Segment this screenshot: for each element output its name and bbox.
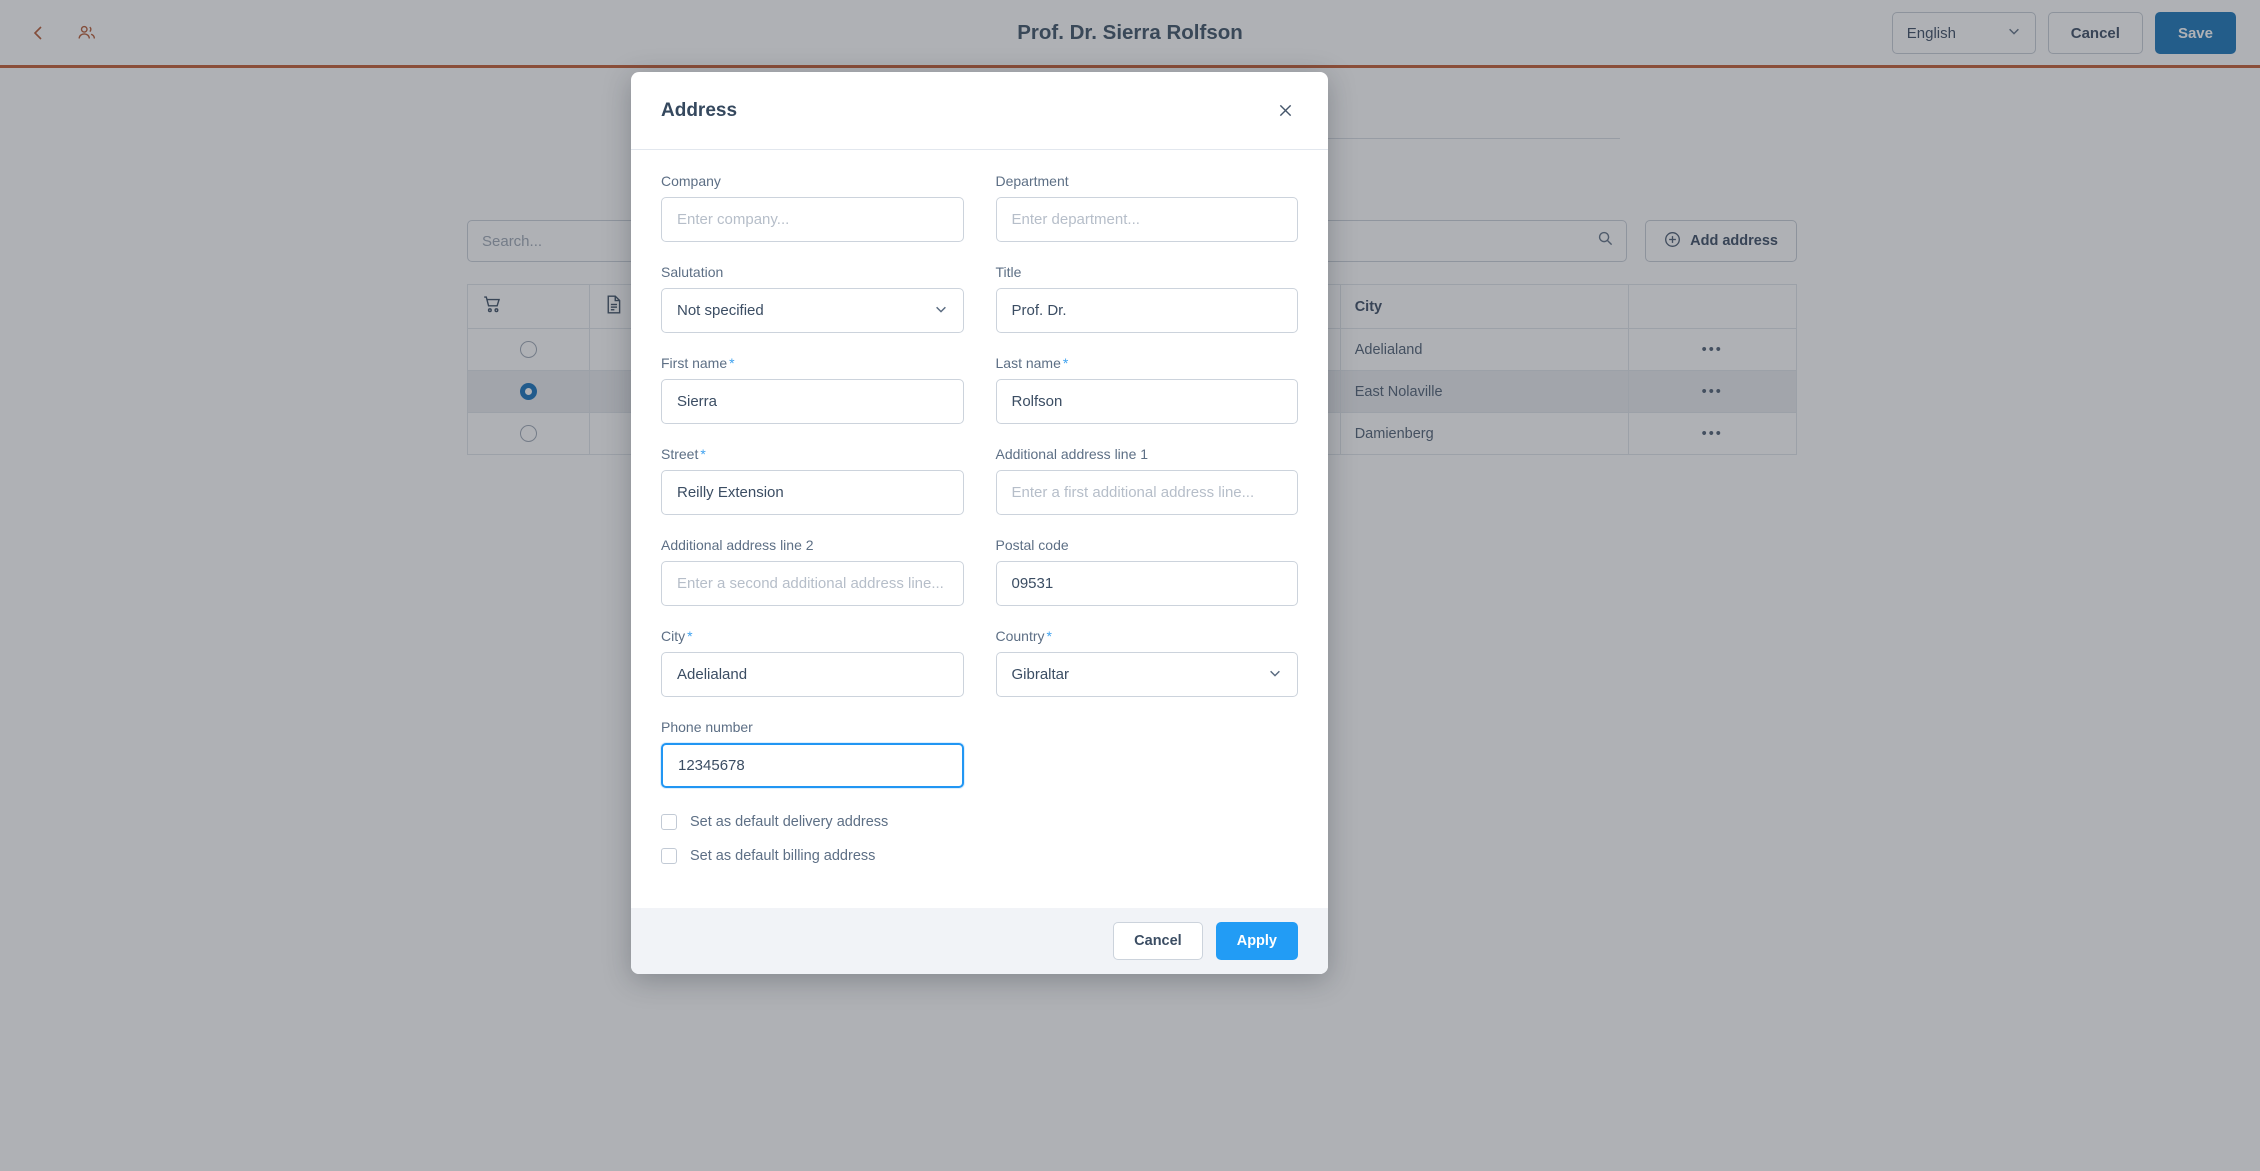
title-input[interactable]: Prof. Dr. [995, 288, 1298, 333]
salutation-select[interactable]: Not specified [661, 288, 964, 333]
field-phone-number: Phone number 12345678 [661, 719, 964, 788]
label-department: Department [995, 173, 1069, 189]
checkbox-box[interactable] [661, 814, 677, 830]
last-name-input[interactable]: Rolfson [995, 379, 1298, 424]
address-form: Company Enter company... Department Ente… [661, 173, 1298, 810]
checkbox-label: Set as default delivery address [690, 814, 889, 830]
label-country: Country * [995, 628, 1052, 644]
field-street: Street * Reilly Extension [661, 446, 964, 515]
label-first-name: First name * [661, 355, 735, 371]
label-phone-number: Phone number [661, 719, 753, 735]
required-marker: * [1046, 628, 1052, 644]
chevron-down-icon [934, 302, 948, 320]
modal-apply-button[interactable]: Apply [1215, 922, 1298, 960]
label-salutation: Salutation [661, 264, 724, 280]
required-marker: * [729, 355, 735, 371]
company-input[interactable]: Enter company... [661, 197, 964, 242]
field-title: Title Prof. Dr. [995, 264, 1298, 333]
field-address-line-1: Additional address line 1 Enter a first … [995, 446, 1298, 515]
checkbox-default-delivery[interactable]: Set as default delivery address [661, 814, 1298, 830]
phone-number-input[interactable]: 12345678 [661, 743, 964, 788]
country-value: Gibraltar [1011, 666, 1070, 683]
label-postal-code: Postal code [995, 537, 1069, 553]
checkbox-default-billing[interactable]: Set as default billing address [661, 848, 1298, 864]
field-company: Company Enter company... [661, 173, 964, 242]
address-line-2-input[interactable]: Enter a second additional address line..… [661, 561, 964, 606]
close-icon[interactable] [1272, 98, 1298, 124]
address-line-1-input[interactable]: Enter a first additional address line... [995, 470, 1298, 515]
address-modal: Address Company Enter company... Departm… [631, 72, 1328, 974]
modal-header: Address [631, 72, 1328, 150]
postal-code-input[interactable]: 09531 [995, 561, 1298, 606]
required-marker: * [1062, 355, 1069, 371]
salutation-value: Not specified [677, 302, 764, 319]
label-company: Company [661, 173, 721, 189]
label-city: City * [661, 628, 693, 644]
department-input[interactable]: Enter department... [995, 197, 1298, 242]
field-department: Department Enter department... [995, 173, 1298, 242]
chevron-down-icon [1268, 666, 1282, 684]
field-postal-code: Postal code 09531 [995, 537, 1298, 606]
label-last-name: Last name * [995, 355, 1069, 371]
checkbox-label: Set as default billing address [690, 848, 876, 864]
city-input[interactable]: Adelialand [661, 652, 964, 697]
field-country: Country * Gibraltar [995, 628, 1298, 697]
field-salutation: Salutation Not specified [661, 264, 964, 333]
checkbox-box[interactable] [661, 848, 677, 864]
modal-body: Company Enter company... Department Ente… [631, 150, 1328, 908]
street-input[interactable]: Reilly Extension [661, 470, 964, 515]
field-address-line-2: Additional address line 2 Enter a second… [661, 537, 964, 606]
default-address-checkboxes: Set as default delivery address Set as d… [661, 814, 1298, 864]
label-address-line-1: Additional address line 1 [995, 446, 1149, 462]
modal-cancel-button[interactable]: Cancel [1113, 922, 1203, 960]
required-marker: * [700, 446, 706, 462]
label-address-line-2: Additional address line 2 [661, 537, 814, 553]
label-title: Title [995, 264, 1022, 280]
required-marker: * [687, 628, 693, 644]
country-select[interactable]: Gibraltar [995, 652, 1298, 697]
field-city: City * Adelialand [661, 628, 964, 697]
label-street: Street * [661, 446, 706, 462]
modal-footer: Cancel Apply [631, 908, 1328, 974]
modal-title: Address [661, 99, 738, 121]
first-name-input[interactable]: Sierra [661, 379, 964, 424]
field-last-name: Last name * Rolfson [995, 355, 1298, 424]
field-first-name: First name * Sierra [661, 355, 964, 424]
